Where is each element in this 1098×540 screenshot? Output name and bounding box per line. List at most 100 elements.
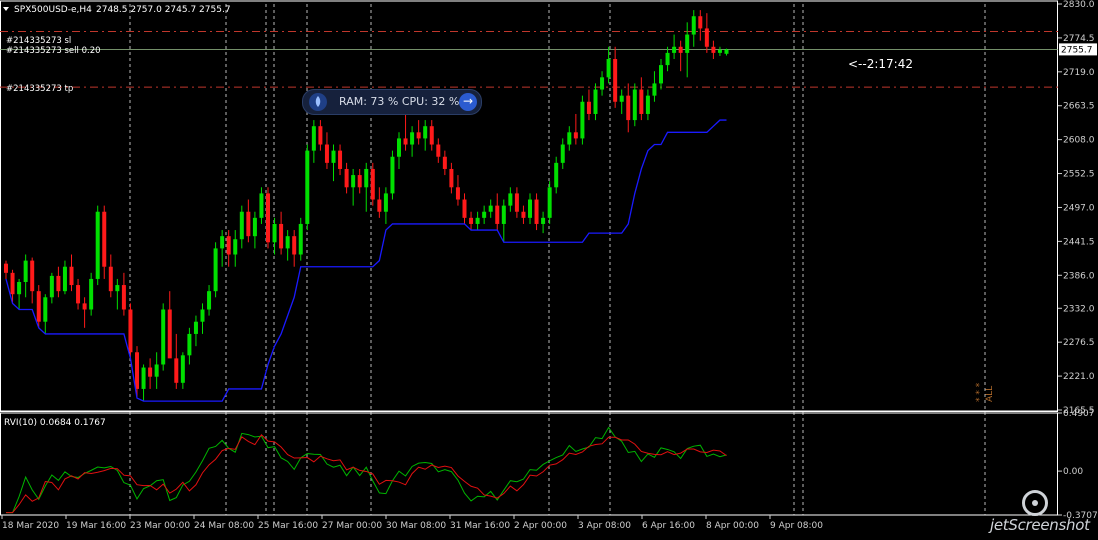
price-tick-label: 2663.5 (1063, 102, 1095, 112)
candle-body (416, 132, 421, 139)
candle-body (351, 175, 356, 188)
candle-body (672, 46, 677, 53)
price-tick-label: 2719.0 (1063, 68, 1095, 78)
candle-body (659, 65, 663, 84)
price-marker-text: 2755.7 (1061, 45, 1093, 55)
candle-body (298, 223, 303, 255)
price-tick-label: 2332.0 (1063, 304, 1095, 314)
candle-body (62, 266, 67, 292)
candle-body (102, 211, 107, 267)
candle-body (82, 303, 87, 310)
candle-body (10, 272, 15, 295)
candle-body (508, 193, 513, 206)
candle-body (691, 16, 696, 35)
candle-body (148, 367, 153, 377)
candle-body (567, 132, 572, 145)
ohlc-values: 2748.5 2757.0 2745.7 2755.7 (96, 5, 231, 15)
time-tick-label: 18 Mar 2020 (2, 521, 59, 531)
symbol-label: SPX500USD-e,H4 (14, 5, 92, 15)
candle-body (233, 239, 238, 255)
triangle-down-icon (3, 7, 9, 11)
candle-body (161, 309, 166, 365)
candle-body (593, 89, 598, 114)
candle-body (639, 89, 644, 114)
candle-body (259, 193, 264, 218)
candle-body (436, 144, 441, 157)
order-sl-label: #214335273 sl (6, 36, 71, 46)
candle-body (397, 138, 401, 157)
candle-body (606, 58, 611, 78)
countdown-timer: <--2:17:42 (848, 57, 913, 71)
time-tick-label: 24 Mar 08:00 (194, 521, 254, 531)
candle-body (717, 49, 722, 53)
logo-text: jetScreenshot (990, 516, 1090, 534)
time-tick-label: 19 Mar 16:00 (66, 521, 126, 531)
time-tick-label: 30 Mar 08:00 (386, 521, 446, 531)
candle-body (501, 205, 506, 224)
candle-body (338, 150, 343, 169)
time-tick-label: 9 Apr 08:00 (770, 521, 823, 531)
candle-body (318, 126, 323, 145)
candle-body (187, 333, 192, 356)
candle-body (193, 321, 198, 334)
price-tick-label: 2386.0 (1063, 271, 1095, 281)
candle-body (266, 193, 270, 243)
all-label: ALL (985, 386, 995, 402)
price-tick-label: 2497.0 (1063, 203, 1095, 213)
candle-body (167, 309, 172, 359)
eye-icon (1022, 490, 1048, 516)
candle-body (665, 52, 670, 66)
candle-body (279, 223, 284, 249)
price-tick-label: 2276.5 (1063, 338, 1095, 348)
candle-body (514, 193, 519, 212)
candle-body (495, 205, 500, 224)
rvi-panel-frame (0, 412, 1058, 516)
candle-body (383, 193, 388, 212)
trend-line (5, 119, 727, 402)
candle-body (403, 138, 408, 145)
candle-body (174, 358, 179, 383)
candle-body (469, 217, 474, 224)
time-tick-label: 8 Apr 00:00 (706, 521, 759, 531)
candle-body (678, 46, 683, 53)
candle-body (534, 199, 539, 224)
candle-body (121, 285, 126, 310)
candle-body (698, 16, 703, 29)
candle-body (108, 266, 113, 292)
candle-body (76, 285, 81, 304)
candle-body (292, 236, 297, 255)
candle-body (30, 260, 35, 292)
candle-body (724, 49, 729, 54)
resource-monitor-pill[interactable]: RAM: 73 % CPU: 32 % → (302, 89, 482, 115)
candle-body (632, 89, 637, 121)
candle-body (626, 95, 631, 121)
candle-body (377, 199, 382, 212)
candle-body (704, 28, 709, 47)
rvi-title: RVI(10) 0.0684 0.1767 (4, 418, 106, 428)
rvi-signal-line (6, 434, 727, 514)
candle-body (213, 248, 218, 292)
time-tick-label: 31 Mar 16:00 (450, 521, 510, 531)
candle-body (475, 217, 480, 224)
rocket-icon (309, 93, 327, 111)
candle-body (115, 285, 120, 292)
price-chart[interactable]: 2830.0 2774.5 2719.0 2663.5 2608.0 2552.5 2497… (0, 0, 1098, 540)
arrow-right-icon[interactable]: → (459, 93, 477, 111)
candle-body (547, 187, 552, 218)
stars-label: * * * (975, 382, 985, 402)
time-tick-label: 6 Apr 16:00 (642, 521, 695, 531)
price-tick-label: 2552.5 (1063, 170, 1095, 180)
time-tick-label: 2 Apr 00:00 (514, 521, 567, 531)
price-tick-label: 2830.0 (1063, 0, 1095, 10)
candle-body (364, 168, 369, 188)
candle-body (180, 355, 185, 383)
price-tick-label: 2221.0 (1063, 372, 1095, 382)
rvi-main-line (6, 426, 727, 514)
candle-body (580, 101, 585, 139)
candle-body (429, 126, 434, 145)
candle-body (619, 95, 624, 102)
candle-body (285, 236, 290, 249)
jetscreenshot-logo: jetScreenshot (990, 490, 1094, 534)
candle-body (370, 168, 375, 200)
candle-body (23, 260, 28, 282)
